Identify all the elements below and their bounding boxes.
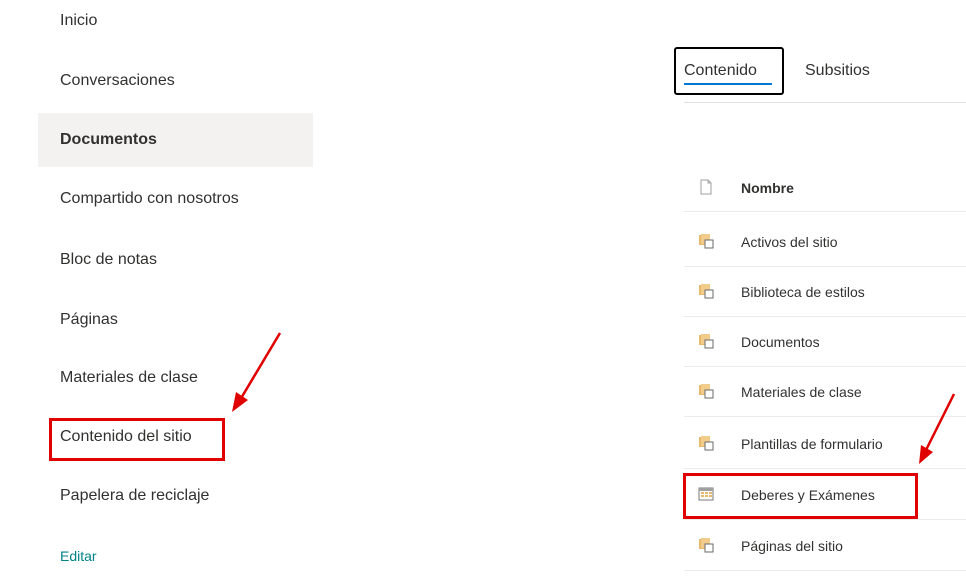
list-item-label: Materiales de clase xyxy=(741,383,862,400)
nav-item-label: Materiales de clase xyxy=(60,369,198,386)
nav-item-label: Compartido con nosotros xyxy=(60,190,239,207)
nav-item-papelera[interactable]: Papelera de reciclaje xyxy=(38,472,313,520)
library-icon xyxy=(699,334,714,349)
tab-subsitios[interactable]: Subsitios xyxy=(805,47,870,95)
library-icon xyxy=(699,284,714,299)
nav-item-label: Bloc de notas xyxy=(60,251,157,268)
tab-label: Subsitios xyxy=(805,62,870,79)
nav-item-label: Inicio xyxy=(60,12,98,29)
tab-contenido[interactable]: Contenido xyxy=(674,47,784,95)
tab-label: Contenido xyxy=(684,62,757,79)
list-item[interactable]: Páginas del sitio xyxy=(684,521,966,571)
nav-item-documentos[interactable]: Documentos xyxy=(38,113,313,167)
list-item[interactable]: Documentos xyxy=(684,317,966,367)
nav-item-paginas[interactable]: Páginas xyxy=(38,296,313,344)
list-item-label: Deberes y Exámenes xyxy=(741,486,875,503)
library-icon xyxy=(699,234,714,249)
list-item[interactable]: Materiales de clase xyxy=(684,367,966,417)
left-navigation: Inicio Conversaciones Documentos Compart… xyxy=(0,0,330,570)
column-header-name: Nombre xyxy=(741,179,794,196)
list-item-label: Activos del sitio xyxy=(741,233,838,250)
nav-item-label: Papelera de reciclaje xyxy=(60,487,210,504)
nav-item-bloc-de-notas[interactable]: Bloc de notas xyxy=(38,236,313,284)
nav-item-label: Contenido del sitio xyxy=(60,428,192,445)
list-item-label: Biblioteca de estilos xyxy=(741,283,865,300)
list-item[interactable]: Biblioteca de estilos xyxy=(684,267,966,317)
file-type-icon xyxy=(700,179,712,195)
nav-item-label: Documentos xyxy=(60,131,157,148)
nav-item-compartido[interactable]: Compartido con nosotros xyxy=(38,175,313,223)
nav-item-label: Conversaciones xyxy=(60,72,175,89)
list-header-row[interactable]: Nombre xyxy=(684,164,966,212)
list-item[interactable]: Activos del sitio xyxy=(684,217,966,267)
tab-divider xyxy=(684,102,966,103)
active-tab-indicator xyxy=(684,83,772,85)
library-icon xyxy=(699,384,714,399)
nav-item-materiales[interactable]: Materiales de clase xyxy=(38,354,313,402)
list-item-label: Documentos xyxy=(741,333,820,350)
library-icon xyxy=(699,436,714,451)
tab-bar: Contenido Subsitios xyxy=(660,44,966,104)
nav-item-inicio[interactable]: Inicio xyxy=(38,0,313,45)
edit-link-label: Editar xyxy=(60,548,97,564)
nav-item-conversaciones[interactable]: Conversaciones xyxy=(38,57,313,105)
list-item[interactable]: Plantillas de formulario xyxy=(684,419,966,469)
edit-link[interactable]: Editar xyxy=(38,532,313,580)
list-item-label: Páginas del sitio xyxy=(741,537,843,554)
list-icon xyxy=(698,487,714,501)
list-item-label: Plantillas de formulario xyxy=(741,435,883,452)
library-icon xyxy=(699,538,714,553)
nav-item-label: Páginas xyxy=(60,311,118,328)
nav-item-contenido-del-sitio[interactable]: Contenido del sitio xyxy=(38,413,313,461)
site-contents-panel: Contenido Subsitios Nombre Activos del s… xyxy=(660,0,966,571)
list-item-deberes[interactable]: Deberes y Exámenes xyxy=(684,470,966,520)
